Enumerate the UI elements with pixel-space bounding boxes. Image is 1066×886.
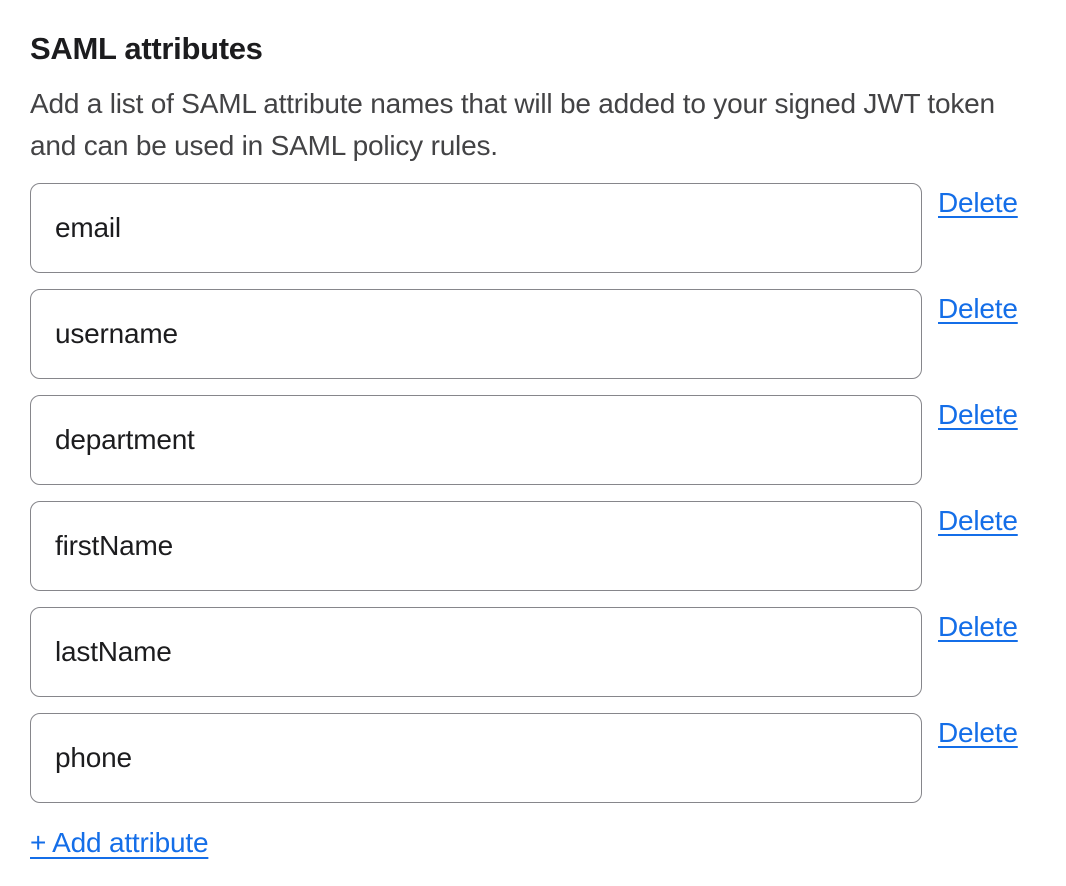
attribute-row: Delete <box>30 501 1036 591</box>
section-title: SAML attributes <box>30 30 1036 68</box>
delete-attribute-link[interactable]: Delete <box>938 398 1018 432</box>
add-attribute-link[interactable]: + Add attribute <box>30 825 208 861</box>
delete-attribute-link[interactable]: Delete <box>938 292 1018 326</box>
delete-attribute-link[interactable]: Delete <box>938 716 1018 750</box>
delete-attribute-link[interactable]: Delete <box>938 186 1018 220</box>
saml-attributes-section: SAML attributes Add a list of SAML attri… <box>0 0 1066 861</box>
attribute-row: Delete <box>30 395 1036 485</box>
attribute-row: Delete <box>30 289 1036 379</box>
section-description: Add a list of SAML attribute names that … <box>30 83 1036 167</box>
attribute-row: Delete <box>30 183 1036 273</box>
attribute-input[interactable] <box>30 501 922 591</box>
attribute-input[interactable] <box>30 713 922 803</box>
attribute-input[interactable] <box>30 607 922 697</box>
attribute-input[interactable] <box>30 395 922 485</box>
attribute-input[interactable] <box>30 289 922 379</box>
delete-attribute-link[interactable]: Delete <box>938 610 1018 644</box>
attribute-row: Delete <box>30 713 1036 803</box>
attribute-row: Delete <box>30 607 1036 697</box>
attribute-input[interactable] <box>30 183 922 273</box>
delete-attribute-link[interactable]: Delete <box>938 504 1018 538</box>
